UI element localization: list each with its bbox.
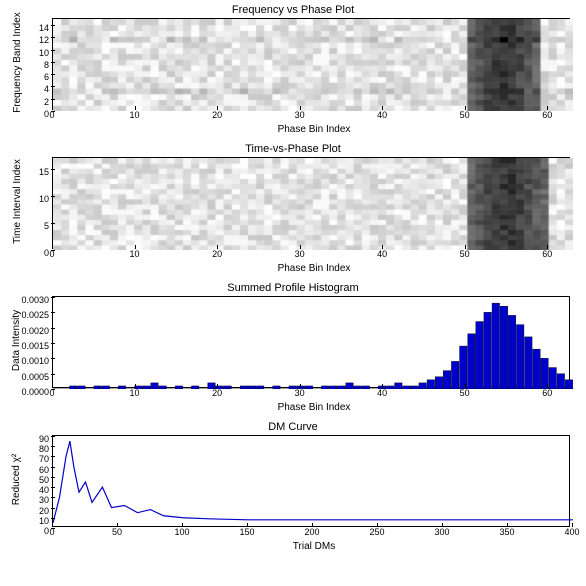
heatmap-canvas bbox=[53, 158, 573, 250]
x-ticks: 0102030405060 bbox=[52, 110, 570, 122]
heatmap-canvas bbox=[53, 19, 573, 111]
panel-freq-phase: Frequency vs Phase Plot Frequency Band I… bbox=[10, 4, 576, 135]
chart-title: Time-vs-Phase Plot bbox=[10, 143, 576, 155]
y-ticks: 0102030405060708090 bbox=[11, 436, 51, 526]
plot-area-freq: 02468101214 bbox=[52, 18, 570, 110]
x-axis-label: Phase Bin Index bbox=[52, 124, 576, 135]
y-ticks: 051015 bbox=[11, 158, 51, 248]
figure: Frequency vs Phase Plot Frequency Band I… bbox=[0, 0, 586, 568]
chart-title: DM Curve bbox=[10, 421, 576, 433]
plot-area-profile: 0.00000.00050.00100.00150.00200.00250.00… bbox=[52, 296, 570, 388]
plot-area-time: 051015 bbox=[52, 157, 570, 249]
panel-dm-curve: DM Curve Reduced χ² 0102030405060708090 … bbox=[10, 421, 576, 552]
bar-svg bbox=[53, 297, 573, 389]
y-ticks: 0.00000.00050.00100.00150.00200.00250.00… bbox=[11, 297, 51, 387]
plot-area-dm: 0102030405060708090 bbox=[52, 435, 570, 527]
y-ticks: 02468101214 bbox=[11, 19, 51, 109]
panel-profile: Summed Profile Histogram Data Intensity … bbox=[10, 282, 576, 413]
chart-title: Frequency vs Phase Plot bbox=[10, 4, 576, 16]
x-axis-label: Phase Bin Index bbox=[52, 263, 576, 274]
x-ticks: 0102030405060 bbox=[52, 388, 570, 400]
x-ticks: 050100150200250300350400 bbox=[52, 527, 570, 539]
x-ticks: 0102030405060 bbox=[52, 249, 570, 261]
panel-time-phase: Time-vs-Phase Plot Time Interval Index 0… bbox=[10, 143, 576, 274]
line-svg bbox=[53, 436, 573, 528]
x-axis-label: Trial DMs bbox=[52, 541, 576, 552]
x-axis-label: Phase Bin Index bbox=[52, 402, 576, 413]
chart-title: Summed Profile Histogram bbox=[10, 282, 576, 294]
